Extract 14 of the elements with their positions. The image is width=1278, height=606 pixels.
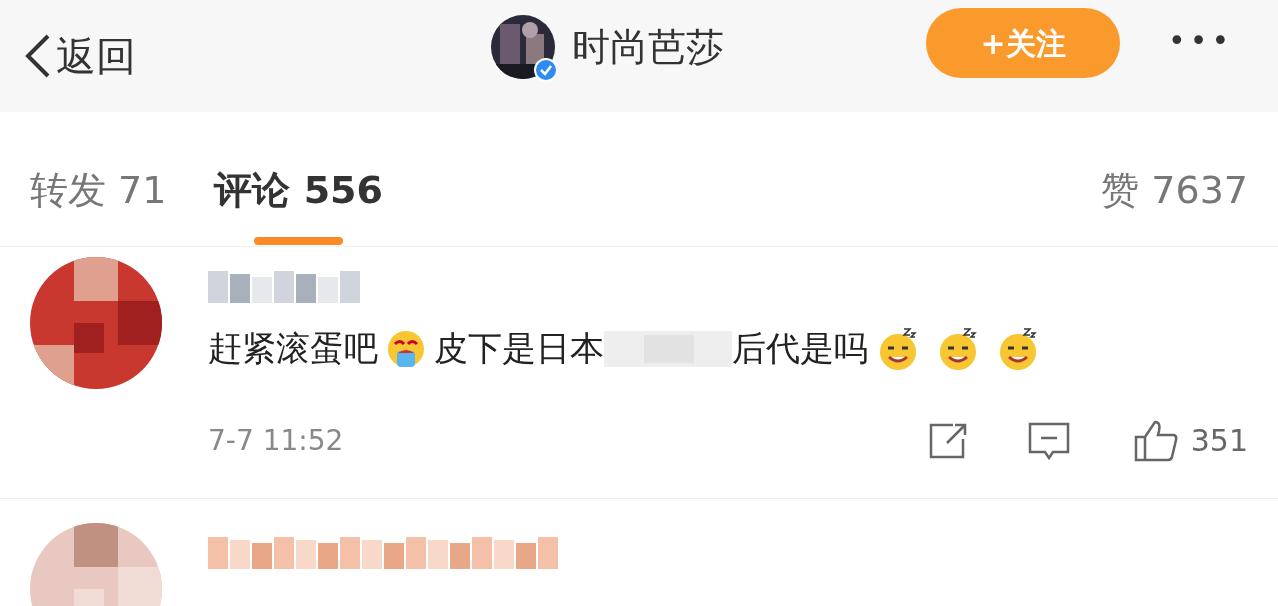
comment-text: 后代是吗 [732,327,868,370]
more-button[interactable]: ••• [1168,18,1234,63]
thumbs-up-icon [1132,418,1179,463]
comment-text: 皮下是日本 [434,327,604,370]
comment-time: 7-7 11:52 [208,422,345,459]
crying-face-icon [386,328,426,369]
tab[interactable]: 评论 556 [214,162,383,245]
back-button[interactable]: 返回 [22,26,136,86]
comment-icon[interactable] [1026,420,1071,461]
account-name: 时尚芭莎 [572,23,724,71]
tab[interactable]: 转发 71 [30,162,167,245]
tab[interactable]: 赞 7637 [1101,162,1248,219]
like-button[interactable]: 351 [1132,418,1248,463]
comment-text: 赶紧滚蛋吧 [208,327,378,370]
